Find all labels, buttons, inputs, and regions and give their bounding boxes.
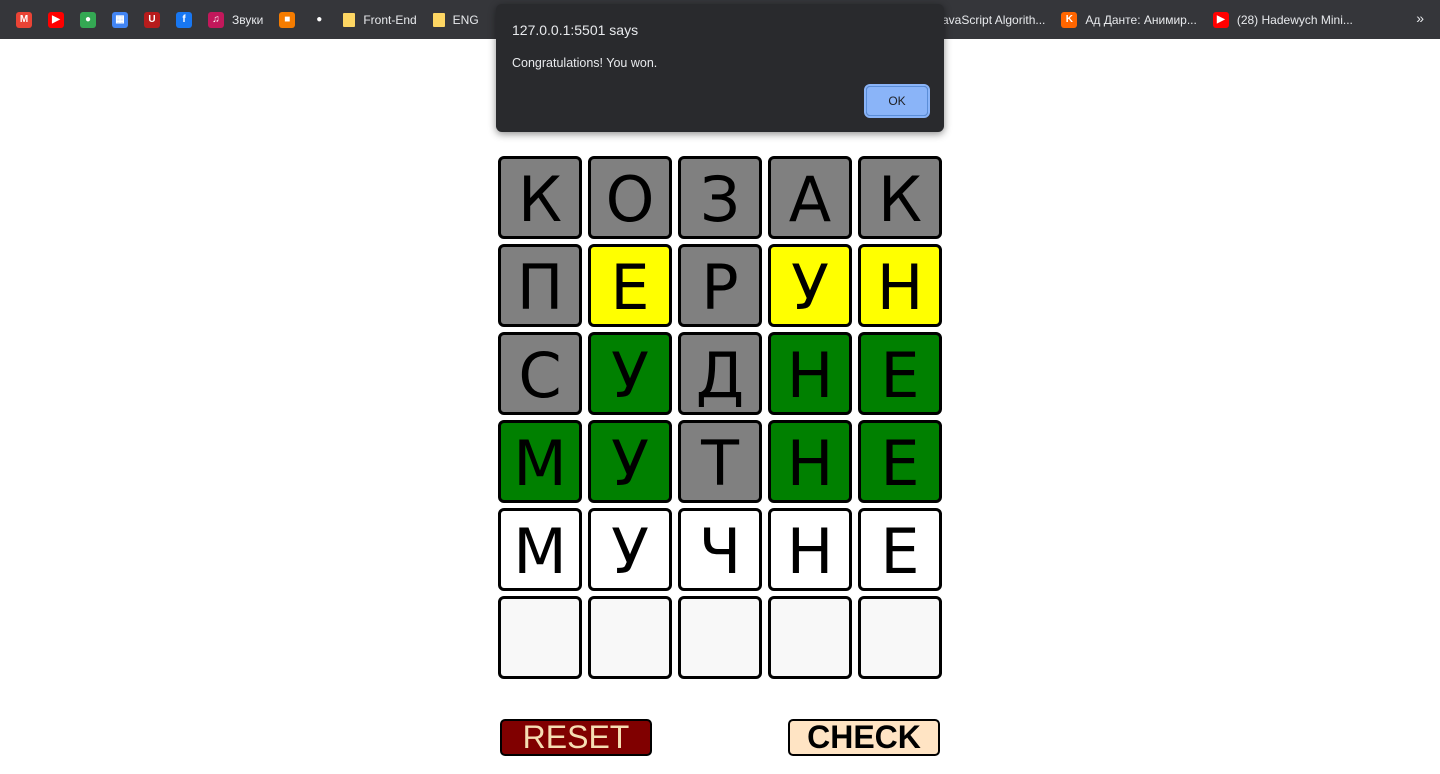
gmail-icon: M bbox=[16, 11, 32, 28]
folder-icon bbox=[343, 12, 356, 27]
tile-r6-c1[interactable] bbox=[498, 596, 582, 679]
tile-r2-c2[interactable]: Е bbox=[588, 244, 672, 327]
tile-r4-c4[interactable]: Н bbox=[768, 420, 852, 503]
tile-r1-c1[interactable]: К bbox=[498, 156, 582, 239]
bookmark-maps-icon[interactable]: ● bbox=[74, 6, 102, 34]
tile-r3-c3[interactable]: Д bbox=[678, 332, 762, 415]
youtube-icon: ▶ bbox=[48, 11, 64, 28]
folder-icon bbox=[432, 12, 445, 27]
bookmark-github-icon[interactable]: ● bbox=[305, 6, 333, 34]
tile-r6-c3[interactable] bbox=[678, 596, 762, 679]
bookmark-gmail-icon[interactable]: M bbox=[10, 6, 38, 34]
bookmark-звуки[interactable]: ♫ Звуки bbox=[202, 6, 269, 34]
tile-r4-c5[interactable]: Е bbox=[858, 420, 942, 503]
bookmarks-overflow-icon[interactable]: » bbox=[1416, 10, 1424, 26]
bookmark--28-hadewych-mini-[interactable]: ▶ (28) Hadewych Mini... bbox=[1207, 6, 1359, 34]
bookmarks-left: M ▶ ● ▦ Uf ♫ Звуки ■ ● Front-End ENG bbox=[6, 6, 485, 34]
tile-r5-c4[interactable]: Н bbox=[768, 508, 852, 591]
bookmark-label: Звуки bbox=[232, 12, 264, 27]
tile-r5-c1[interactable]: М bbox=[498, 508, 582, 591]
bookmark-label: JavaScript Algorith... bbox=[936, 12, 1046, 27]
bookmark-youtube-icon[interactable]: ▶ bbox=[42, 6, 70, 34]
tile-r2-c5[interactable]: Н bbox=[858, 244, 942, 327]
tile-r2-c4[interactable]: У bbox=[768, 244, 852, 327]
tile-r1-c3[interactable]: З bbox=[678, 156, 762, 239]
tile-r3-c5[interactable]: Е bbox=[858, 332, 942, 415]
ublock-icon: U bbox=[144, 11, 160, 28]
bookmark-front-end[interactable]: Front-End bbox=[337, 6, 422, 34]
bookmarks-right: JavaScript Algorith... K Ад Данте: Анимир.… bbox=[926, 0, 1359, 39]
tile-r4-c3[interactable]: Т bbox=[678, 420, 762, 503]
tile-r6-c5[interactable] bbox=[858, 596, 942, 679]
reset-button[interactable]: RESET bbox=[500, 719, 652, 756]
ok-button[interactable]: OK bbox=[864, 84, 930, 118]
tile-r3-c4[interactable]: Н bbox=[768, 332, 852, 415]
github-icon: ● bbox=[311, 11, 328, 28]
tile-r5-c5[interactable]: Е bbox=[858, 508, 942, 591]
alert-message: Congratulations! You won. bbox=[512, 56, 658, 70]
bookmark-box-icon[interactable]: ■ bbox=[273, 6, 301, 34]
bookmark-label: Front-End bbox=[363, 12, 417, 27]
tile-r2-c3[interactable]: Р bbox=[678, 244, 762, 327]
tile-r1-c2[interactable]: О bbox=[588, 156, 672, 239]
sounds-icon: ♫ bbox=[208, 11, 224, 28]
tile-r1-c4[interactable]: А bbox=[768, 156, 852, 239]
bookmark-facebook-icon[interactable]: f bbox=[170, 6, 198, 34]
alert-dialog: 127.0.0.1:5501 says Congratulations! You… bbox=[496, 4, 944, 132]
bookmark-ublock-icon[interactable]: U bbox=[138, 6, 166, 34]
tile-r4-c2[interactable]: У bbox=[588, 420, 672, 503]
tile-r4-c1[interactable]: М bbox=[498, 420, 582, 503]
bookmark-label: ENG bbox=[452, 12, 479, 27]
kinopoisk-icon: K bbox=[1061, 11, 1078, 28]
tile-r6-c4[interactable] bbox=[768, 596, 852, 679]
tile-r1-c5[interactable]: К bbox=[858, 156, 942, 239]
bookmark-calendar-icon[interactable]: ▦ bbox=[106, 6, 134, 34]
tile-r5-c3[interactable]: Ч bbox=[678, 508, 762, 591]
bookmark-label: Ад Данте: Анимир... bbox=[1085, 12, 1197, 27]
youtube-icon: ▶ bbox=[1212, 11, 1229, 28]
bookmark-label: (28) Hadewych Mini... bbox=[1236, 12, 1353, 27]
bookmark-ад-данте-анимир-[interactable]: K Ад Данте: Анимир... bbox=[1055, 6, 1202, 34]
tile-r2-c1[interactable]: П bbox=[498, 244, 582, 327]
bookmark-eng[interactable]: ENG bbox=[427, 6, 485, 34]
maps-icon: ● bbox=[80, 11, 96, 28]
check-button[interactable]: CHECK bbox=[788, 719, 940, 756]
bookmark-javascript-algorith-[interactable]: JavaScript Algorith... bbox=[930, 6, 1051, 34]
alert-title: 127.0.0.1:5501 says bbox=[512, 22, 639, 38]
tile-r6-c2[interactable] bbox=[588, 596, 672, 679]
tile-r3-c1[interactable]: С bbox=[498, 332, 582, 415]
facebook-icon: f bbox=[176, 11, 192, 28]
tile-r5-c2[interactable]: У bbox=[588, 508, 672, 591]
game-board: КОЗАКПЕРУНСУДНЕМУТНЕМУЧНЕ bbox=[498, 156, 942, 679]
box-icon: ■ bbox=[279, 11, 296, 28]
calendar-icon: ▦ bbox=[112, 11, 128, 28]
tile-r3-c2[interactable]: У bbox=[588, 332, 672, 415]
